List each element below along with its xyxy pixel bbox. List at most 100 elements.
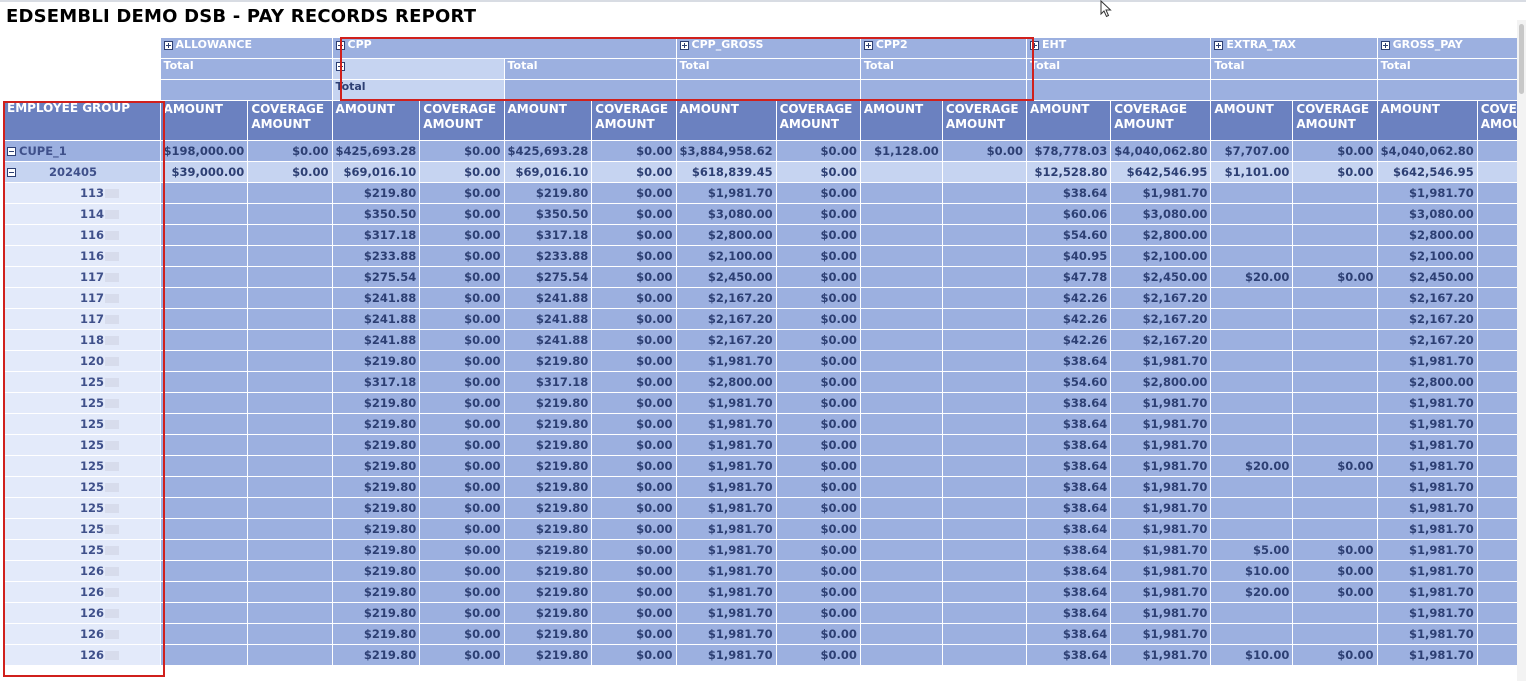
expand-icon[interactable] xyxy=(1380,40,1390,50)
row-label-group[interactable]: CUPE_1 xyxy=(3,140,161,162)
coverage-amount-header[interactable]: COVERAGE AMOUNT xyxy=(941,100,1028,141)
redacted-digits xyxy=(105,483,120,492)
value-cell xyxy=(859,413,943,435)
value-cell: $0.00 xyxy=(419,140,505,162)
row-label-employee[interactable]: 126 xyxy=(3,560,161,582)
value-cell: $0.00 xyxy=(1292,140,1378,162)
amount-header[interactable]: AMOUNT xyxy=(675,100,777,141)
value-cell: $0.00 xyxy=(591,581,677,603)
value-cell: $219.80 xyxy=(331,476,421,498)
value-cell: $2,167.20 xyxy=(675,329,777,351)
value-cell: $3,080.00 xyxy=(1110,203,1212,225)
group-header-cpp[interactable]: CPP xyxy=(331,37,677,59)
value-cell xyxy=(247,539,333,561)
value-cell: $2,450.00 xyxy=(1376,266,1478,288)
coverage-amount-header[interactable]: COVERAGE AMOUNT xyxy=(1110,100,1212,141)
value-cell: $1,981.70 xyxy=(1110,476,1212,498)
row-label-period[interactable]: 202405 xyxy=(3,161,161,183)
row-label-employee[interactable]: 120 xyxy=(3,350,161,372)
row-label-employee[interactable]: 117 xyxy=(3,287,161,309)
blank-header xyxy=(859,79,1028,101)
group-header-gross-pay[interactable]: GROSS_PAY xyxy=(1376,37,1526,59)
employee-group-header[interactable]: EMPLOYEE GROUP xyxy=(3,100,161,141)
value-cell: $1,981.70 xyxy=(675,497,777,519)
group-header-cpp-gross[interactable]: CPP_GROSS xyxy=(675,37,861,59)
expand-icon[interactable] xyxy=(1030,40,1040,50)
value-cell xyxy=(859,497,943,519)
row-label-employee[interactable]: 125 xyxy=(3,518,161,540)
vertical-scrollbar[interactable] xyxy=(1517,20,1526,681)
amount-header[interactable]: AMOUNT xyxy=(331,100,421,141)
row-label-employee[interactable]: 125 xyxy=(3,434,161,456)
value-cell: $1,981.70 xyxy=(1376,455,1478,477)
value-cell xyxy=(859,623,943,645)
amount-header[interactable]: AMOUNT xyxy=(159,100,249,141)
expand-icon[interactable] xyxy=(679,40,689,50)
group-header-extra-tax[interactable]: EXTRA_TAX xyxy=(1210,37,1378,59)
row-label-text: 117 xyxy=(80,270,105,284)
amount-header[interactable]: AMOUNT xyxy=(859,100,943,141)
coverage-amount-header[interactable]: COVERAGE AMOUNT xyxy=(247,100,333,141)
row-label-employee[interactable]: 116 xyxy=(3,245,161,267)
row-label-text: 120 xyxy=(80,354,105,368)
row-label-text: 125 xyxy=(80,459,105,473)
value-cell: $219.80 xyxy=(331,518,421,540)
value-cell: $219.80 xyxy=(503,644,593,666)
amount-header[interactable]: AMOUNT xyxy=(503,100,593,141)
amount-header[interactable]: AMOUNT xyxy=(1026,100,1112,141)
row-label-employee[interactable]: 114 xyxy=(3,203,161,225)
row-label-employee[interactable]: 125 xyxy=(3,497,161,519)
row-label-employee[interactable]: 117 xyxy=(3,308,161,330)
row-label-text: 125 xyxy=(80,396,105,410)
row-label-employee[interactable]: 125 xyxy=(3,371,161,393)
amount-header[interactable]: AMOUNT xyxy=(1210,100,1294,141)
collapse-icon[interactable] xyxy=(7,147,16,156)
group-header-eht[interactable]: EHT xyxy=(1026,37,1212,59)
row-label-employee[interactable]: 125 xyxy=(3,539,161,561)
row-label-employee[interactable]: 117 xyxy=(3,266,161,288)
expand-icon[interactable] xyxy=(863,40,873,50)
row-label-employee[interactable]: 116 xyxy=(3,224,161,246)
value-cell: $1,981.70 xyxy=(1110,581,1212,603)
value-cell: $0.00 xyxy=(419,308,505,330)
coverage-amount-header[interactable]: COVERAGE AMOUNT xyxy=(419,100,505,141)
amount-header[interactable]: AMOUNT xyxy=(1376,100,1478,141)
value-cell: $54.60 xyxy=(1026,371,1112,393)
column-group-header-row: ALLOWANCE CPP CPP_GROSS CPP2 EHT EXTRA_T… xyxy=(3,37,1526,59)
row-label-employee[interactable]: 126 xyxy=(3,644,161,666)
value-cell xyxy=(859,392,943,414)
expand-icon[interactable] xyxy=(1214,40,1224,50)
group-header-allowance[interactable]: ALLOWANCE xyxy=(159,37,333,59)
row-label-text: 126 xyxy=(80,585,105,599)
coverage-amount-header[interactable]: COVERAGE AMOUNT xyxy=(775,100,861,141)
scrollbar-thumb[interactable] xyxy=(1519,24,1524,94)
row-label-employee[interactable]: 126 xyxy=(3,623,161,645)
collapse-icon[interactable] xyxy=(335,40,345,50)
row-label-employee[interactable]: 118 xyxy=(3,329,161,351)
value-cell: $1,981.70 xyxy=(1376,518,1478,540)
row-label-text: 117 xyxy=(80,291,105,305)
row-label-text: 117 xyxy=(80,312,105,326)
value-cell: $0.00 xyxy=(591,392,677,414)
value-cell xyxy=(1210,518,1294,540)
value-cell: $2,450.00 xyxy=(675,266,777,288)
cpp-subgroup-header[interactable] xyxy=(331,58,505,80)
value-cell: $0.00 xyxy=(591,287,677,309)
value-cell: $1,981.70 xyxy=(1110,455,1212,477)
row-label-employee[interactable]: 125 xyxy=(3,392,161,414)
expand-icon[interactable] xyxy=(335,61,345,71)
value-cell: $5.00 xyxy=(1210,539,1294,561)
value-cell: $241.88 xyxy=(331,287,421,309)
row-label-employee[interactable]: 126 xyxy=(3,602,161,624)
row-label-employee[interactable]: 126 xyxy=(3,581,161,603)
group-header-cpp2[interactable]: CPP2 xyxy=(859,37,1028,59)
collapse-icon[interactable] xyxy=(7,168,16,177)
coverage-amount-header[interactable]: COVERAGE AMOUNT xyxy=(591,100,677,141)
row-label-employee[interactable]: 125 xyxy=(3,476,161,498)
row-label-employee[interactable]: 125 xyxy=(3,413,161,435)
row-label-employee[interactable]: 113 xyxy=(3,182,161,204)
coverage-amount-header[interactable]: COVERAGE AMOUNT xyxy=(1292,100,1378,141)
value-cell: $10.00 xyxy=(1210,560,1294,582)
expand-icon[interactable] xyxy=(163,40,173,50)
row-label-employee[interactable]: 125 xyxy=(3,455,161,477)
